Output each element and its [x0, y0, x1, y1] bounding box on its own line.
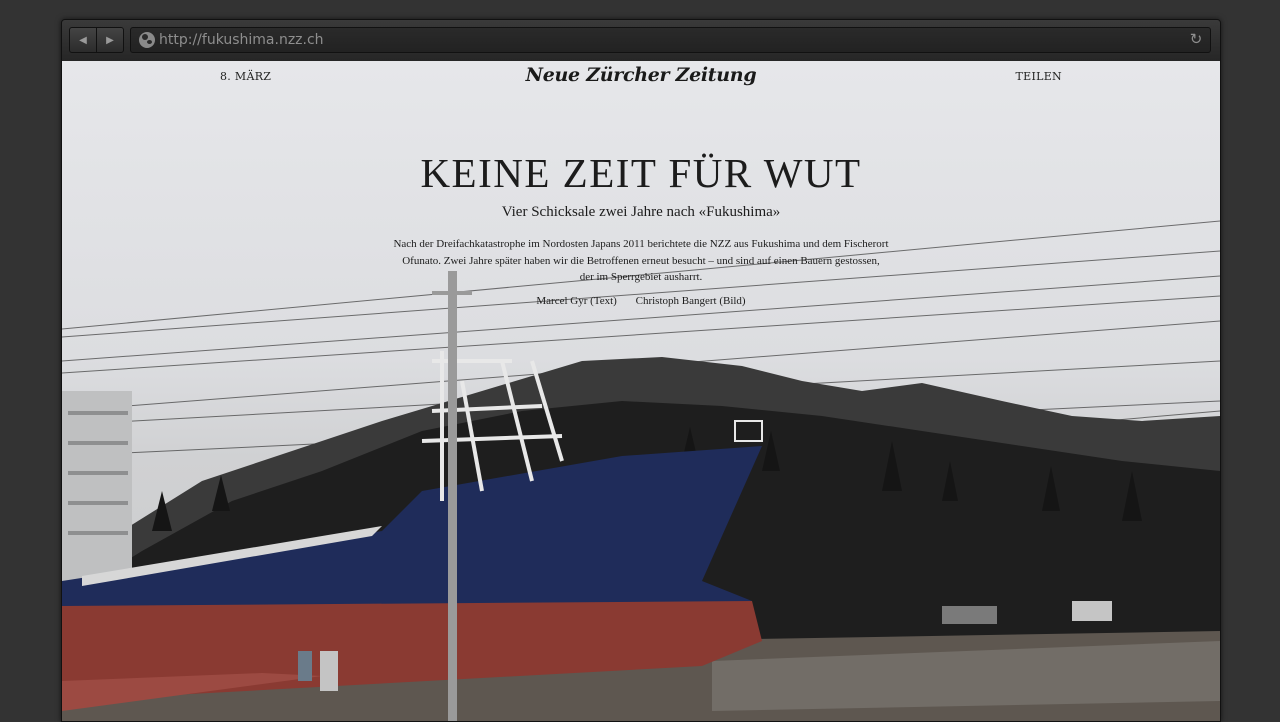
page-viewport: 8. MÄRZ Neue Zürcher Zeitung TEILEN KEIN… — [62, 61, 1220, 721]
url-text[interactable]: http://fukushima.nzz.ch — [159, 32, 324, 48]
globe-icon — [139, 32, 155, 48]
author-image-credit: Christoph Bangert (Bild) — [635, 295, 746, 307]
nav-buttons: ◀ ▶ — [69, 27, 124, 53]
back-icon: ◀ — [79, 34, 87, 46]
address-bar[interactable]: http://fukushima.nzz.ch ↻ — [130, 27, 1211, 53]
back-button[interactable]: ◀ — [70, 28, 96, 52]
forward-button[interactable]: ▶ — [96, 28, 123, 52]
author-credits: Marcel Gyr (Text) Christoph Bangert (Bil… — [62, 295, 1220, 307]
intro-line: Nach der Dreifachkatastrophe im Nordoste… — [393, 238, 889, 250]
browser-window: ◀ ▶ http://fukushima.nzz.ch ↻ 8. MÄRZ Ne… — [61, 19, 1221, 722]
forward-icon: ▶ — [106, 34, 114, 46]
intro-line: der im Sperrgebiet ausharrt. — [579, 271, 703, 283]
share-button[interactable]: TEILEN — [1016, 70, 1062, 83]
reload-button[interactable]: ↻ — [1188, 31, 1204, 47]
browser-toolbar: ◀ ▶ http://fukushima.nzz.ch ↻ — [62, 20, 1220, 62]
article-title: KEINE ZEIT FÜR WUT — [420, 150, 862, 196]
intro-line: Ofunato. Zwei Jahre später haben wir die… — [402, 254, 880, 267]
article-intro: Nach der Dreifachkatastrophe im Nordoste… — [362, 236, 920, 286]
author-text-credit: Marcel Gyr (Text) — [536, 295, 617, 307]
article-subtitle: Vier Schicksale zwei Jahre nach «Fukushi… — [501, 204, 781, 220]
